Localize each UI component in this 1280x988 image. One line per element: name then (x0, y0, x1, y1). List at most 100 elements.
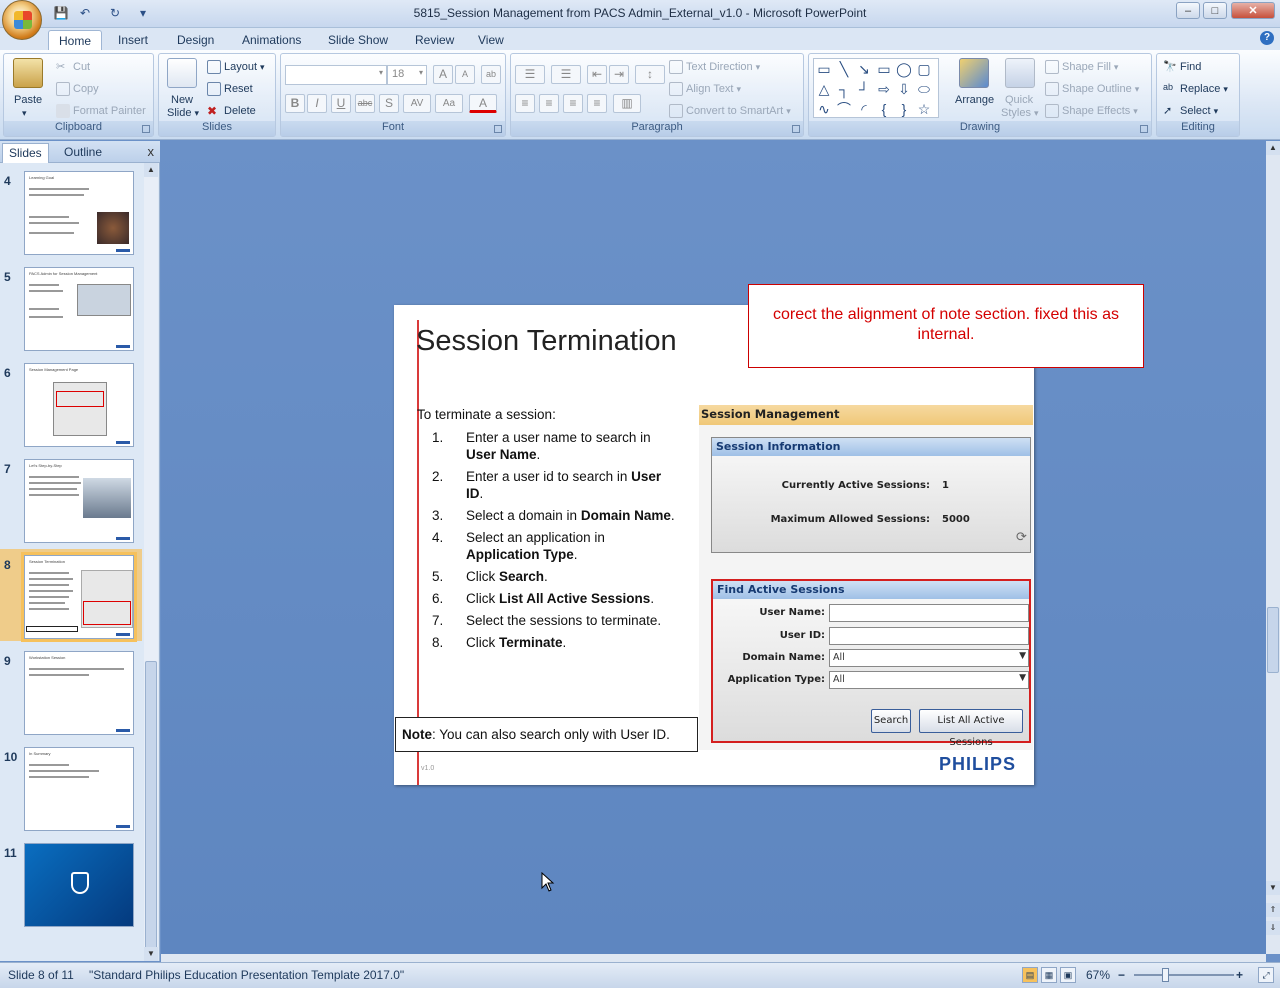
shadow-button[interactable]: S (379, 94, 399, 113)
paste-icon[interactable] (13, 58, 43, 88)
clipboard-launcher-icon[interactable] (142, 125, 150, 133)
note-textbox[interactable]: Note: You can also search only with User… (395, 717, 698, 752)
tab-outline[interactable]: Outline (58, 143, 108, 163)
paste-button[interactable]: Paste (14, 94, 42, 106)
arc-shape-icon[interactable]: ◜ (856, 101, 872, 117)
new-slide-icon[interactable] (167, 58, 197, 88)
slideshow-view-icon[interactable]: ▣ (1060, 967, 1076, 983)
shape-fill-button[interactable]: Shape Fill ▾ (1045, 60, 1118, 74)
slide-thumbnail-8[interactable]: Session Termination (24, 555, 134, 639)
drawing-launcher-icon[interactable] (1140, 125, 1148, 133)
star-shape-icon[interactable]: ☆ (916, 101, 932, 117)
close-button[interactable]: ✕ (1231, 2, 1275, 19)
main-scroll-thumb[interactable] (1267, 607, 1279, 673)
strikethrough-button[interactable]: abc (355, 94, 375, 113)
fit-to-window-icon[interactable]: ⤢ (1258, 967, 1274, 983)
paragraph-launcher-icon[interactable] (792, 125, 800, 133)
delete-button[interactable]: ✖ Delete (207, 104, 256, 118)
slide-canvas[interactable]: Session Termination To terminate a sessi… (394, 305, 1034, 785)
tab-slide-show[interactable]: Slide Show (318, 30, 398, 50)
maximize-button[interactable]: □ (1203, 2, 1227, 19)
align-left-icon[interactable]: ≡ (515, 94, 535, 113)
zoom-slider[interactable] (1134, 974, 1234, 976)
zoom-in-icon[interactable]: + (1236, 968, 1243, 982)
zoom-out-icon[interactable]: − (1118, 968, 1125, 982)
scroll-up-icon[interactable]: ▲ (144, 163, 158, 177)
slide-intro-text[interactable]: To terminate a session: (417, 407, 556, 422)
steps-list[interactable]: 1. Enter a user name to search in User Na… (432, 429, 682, 656)
character-spacing-button[interactable]: AV (403, 94, 431, 113)
elbow-connector-shape-icon[interactable]: ┐ (836, 81, 852, 97)
tab-slides[interactable]: Slides (2, 143, 49, 163)
tab-design[interactable]: Design (167, 30, 224, 50)
minimize-button[interactable]: – (1176, 2, 1200, 19)
copy-button[interactable]: Copy (56, 82, 99, 96)
main-scrollbar[interactable]: ▲ ▼ ⇑ ⇓ (1266, 141, 1280, 954)
italic-button[interactable]: I (307, 94, 327, 113)
right-brace-shape-icon[interactable]: } (896, 101, 912, 117)
tab-insert[interactable]: Insert (108, 30, 158, 50)
slide-thumbnail-11[interactable] (24, 843, 134, 927)
increase-indent-icon[interactable]: ⇥ (609, 65, 629, 84)
zoom-slider-thumb[interactable] (1162, 968, 1169, 982)
quick-styles-label-2[interactable]: Styles ▾ (1001, 107, 1039, 119)
scroll-down-icon[interactable]: ▼ (144, 947, 158, 961)
down-arrow-shape-icon[interactable]: ⇩ (896, 81, 912, 97)
change-case-button[interactable]: Aa (435, 94, 463, 113)
slide-thumbnail-9[interactable]: Workstation Session (24, 651, 134, 735)
tab-animations[interactable]: Animations (232, 30, 311, 50)
rectangle-shape-icon[interactable]: ▭ (876, 61, 892, 77)
quick-styles-icon[interactable] (1005, 58, 1035, 88)
pane-scrollbar[interactable]: ▲ ▼ (144, 163, 158, 961)
shrink-font-icon[interactable]: A (455, 65, 475, 84)
slide-thumbnail-6[interactable]: Session Management Page (24, 363, 134, 447)
grow-font-icon[interactable]: A (433, 65, 453, 84)
shape-outline-button[interactable]: Shape Outline ▾ (1045, 82, 1139, 96)
normal-view-icon[interactable]: ▤ (1022, 967, 1038, 983)
next-slide-icon[interactable]: ⇓ (1266, 921, 1280, 935)
paste-dropdown-icon[interactable]: ▾ (22, 108, 27, 119)
layout-button[interactable]: Layout ▾ (207, 60, 265, 74)
slide-thumbnail-4[interactable]: Learning Goal (24, 171, 134, 255)
bullets-icon[interactable]: ☰ (515, 65, 545, 84)
replace-button[interactable]: ab Replace ▾ (1163, 82, 1228, 96)
shapes-gallery[interactable]: ▭ ╲ ↘ ▭ ◯ ▢ △ ┐ ┘ ⇨ ⇩ ⬭ ∿ ⌒ ◜ { } ☆ (813, 58, 939, 118)
font-color-button[interactable]: A (469, 94, 497, 113)
arrow-line-shape-icon[interactable]: ↘ (856, 61, 872, 77)
new-slide-label-1[interactable]: New (171, 94, 193, 106)
line-spacing-icon[interactable]: ↕ (635, 65, 665, 84)
underline-button[interactable]: U (331, 94, 351, 113)
select-button[interactable]: ➚ Select ▾ (1163, 104, 1218, 118)
align-center-icon[interactable]: ≡ (539, 94, 559, 113)
freeform-shape-icon[interactable]: ∿ (816, 101, 832, 117)
tab-view[interactable]: View (468, 30, 514, 50)
convert-smartart-button[interactable]: Convert to SmartArt ▾ (669, 104, 791, 118)
justify-icon[interactable]: ≡ (587, 94, 607, 113)
font-name-combo[interactable]: ▾ (285, 65, 387, 85)
office-button[interactable] (2, 0, 42, 40)
format-painter-button[interactable]: Format Painter (56, 104, 146, 118)
cut-button[interactable]: ✂ Cut (56, 60, 90, 74)
elbow-arrow-shape-icon[interactable]: ┘ (856, 81, 872, 97)
slide-title[interactable]: Session Termination (416, 325, 677, 358)
slide-sorter-icon[interactable]: ▦ (1041, 967, 1057, 983)
embedded-screenshot[interactable]: Session Management Session Information C… (699, 405, 1033, 750)
help-icon[interactable]: ? (1260, 31, 1274, 45)
zoom-level[interactable]: 67% (1086, 968, 1110, 982)
bold-button[interactable]: B (285, 94, 305, 113)
curve-shape-icon[interactable]: ⌒ (836, 101, 852, 117)
line-shape-icon[interactable]: ╲ (836, 61, 852, 77)
arrange-icon[interactable] (959, 58, 989, 88)
cylinder-shape-icon[interactable]: ⬭ (916, 81, 932, 97)
reset-button[interactable]: Reset (207, 82, 253, 96)
scroll-up-icon[interactable]: ▲ (1266, 141, 1280, 155)
decrease-indent-icon[interactable]: ⇤ (587, 65, 607, 84)
numbering-icon[interactable]: ☰ (551, 65, 581, 84)
align-right-icon[interactable]: ≡ (563, 94, 583, 113)
review-comment-box[interactable]: corect the alignment of note section. fi… (748, 284, 1144, 368)
slide-thumbnail-10[interactable]: In Summary (24, 747, 134, 831)
textbox-shape-icon[interactable]: ▭ (816, 61, 832, 77)
slide-thumbnail-7[interactable]: Let's Step-by-Step (24, 459, 134, 543)
font-size-combo[interactable]: 18 ▾ (387, 65, 427, 85)
tab-home[interactable]: Home (48, 30, 103, 51)
